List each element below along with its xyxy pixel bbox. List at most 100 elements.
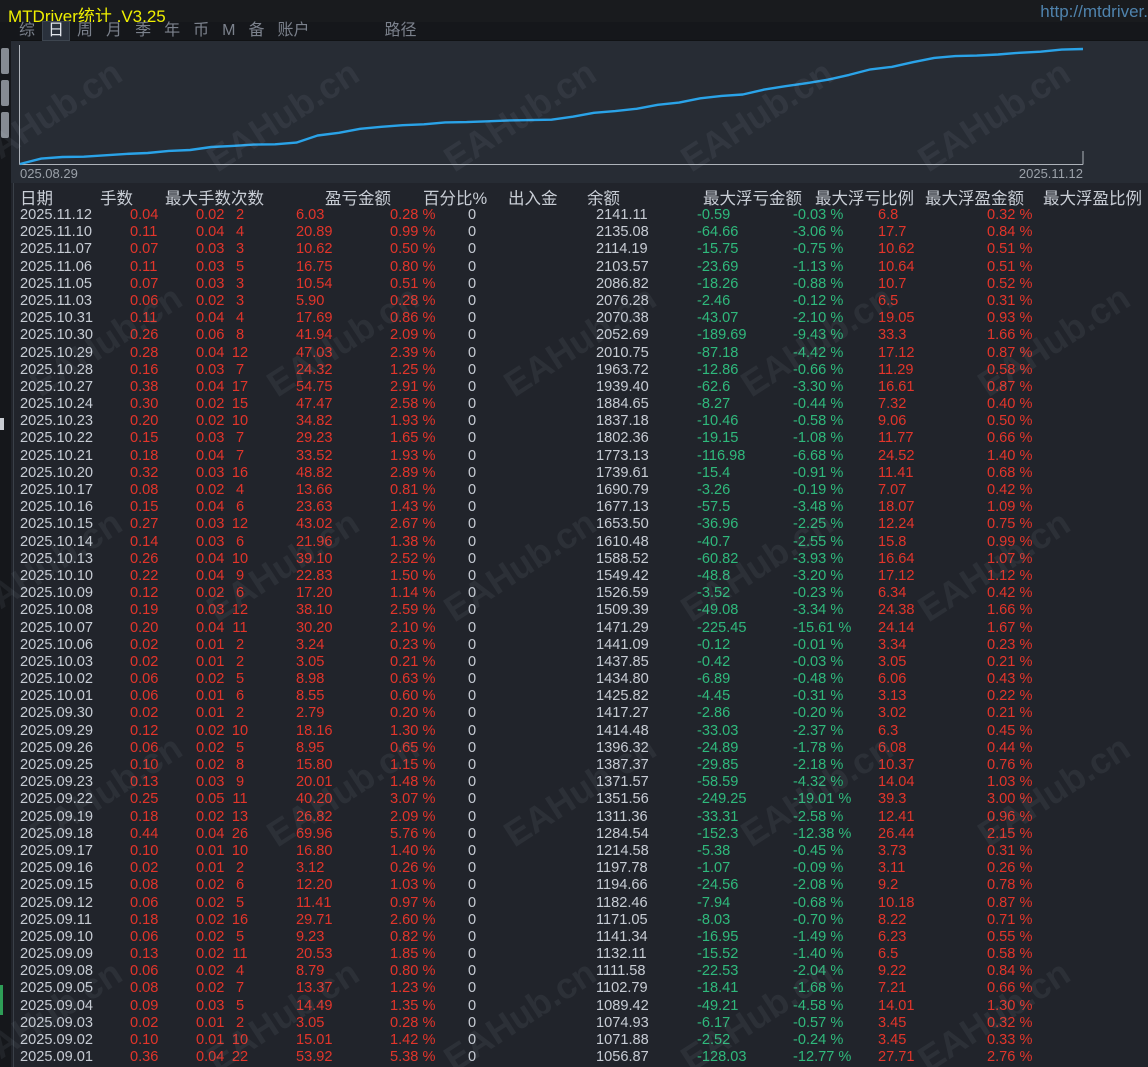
cell-deposit-withdrawal: 0 bbox=[468, 550, 477, 567]
table-row[interactable]: 2025.10.17 0.08 0.02 4 13.66 0.81 % 0 1690.79 -3… bbox=[0, 482, 1148, 499]
menu-tab-5[interactable]: 年 bbox=[159, 22, 185, 40]
cell-date: 2025.09.01 bbox=[20, 1049, 94, 1066]
cell-balance: 1963.72 bbox=[596, 361, 649, 378]
table-row[interactable]: 2025.09.08 0.06 0.02 4 8.79 0.80 % 0 1111.58 -22… bbox=[0, 963, 1148, 980]
table-row[interactable]: 2025.10.13 0.26 0.04 10 39.10 2.52 % 0 1588.52 -… bbox=[0, 551, 1148, 568]
table-row[interactable]: 2025.09.02 0.10 0.01 10 15.01 1.42 % 0 1071.88 -… bbox=[0, 1032, 1148, 1049]
table-row[interactable]: 2025.11.03 0.06 0.02 3 5.90 0.28 % 0 2076.28 -2.… bbox=[0, 293, 1148, 310]
cell-lots: 0.08 bbox=[130, 980, 159, 997]
menu-tab-1[interactable]: 日 bbox=[42, 21, 71, 41]
cell-pl-percent: 1.38 % bbox=[390, 533, 436, 550]
table-row[interactable]: 2025.10.23 0.20 0.02 10 34.82 1.93 % 0 1837.18 -… bbox=[0, 413, 1148, 430]
cell-max-float-loss: -43.07 bbox=[697, 310, 739, 327]
table-row[interactable]: 2025.10.10 0.22 0.04 9 22.83 1.50 % 0 1549.42 -4… bbox=[0, 568, 1148, 585]
table-row[interactable]: 2025.09.23 0.13 0.03 9 20.01 1.48 % 0 1371.57 -5… bbox=[0, 774, 1148, 791]
vendor-url[interactable]: http://mtdriver. bbox=[1040, 2, 1148, 22]
cell-max-float-profit: 24.52 bbox=[878, 447, 915, 464]
table-row[interactable]: 2025.09.29 0.12 0.02 10 18.16 1.30 % 0 1414.48 -… bbox=[0, 723, 1148, 740]
cell-pl-percent: 2.52 % bbox=[390, 550, 436, 567]
table-row[interactable]: 2025.11.10 0.11 0.04 4 20.89 0.99 % 0 2135.08 -6… bbox=[0, 224, 1148, 241]
cell-max-float-loss: -49.21 bbox=[697, 997, 739, 1014]
cell-balance: 1414.48 bbox=[596, 722, 649, 739]
table-row[interactable]: 2025.09.12 0.06 0.02 5 11.41 0.97 % 0 1182.46 -7… bbox=[0, 895, 1148, 912]
cell-date: 2025.09.17 bbox=[20, 842, 94, 859]
table-row[interactable]: 2025.10.06 0.02 0.01 2 3.24 0.23 % 0 1441.09 -0.… bbox=[0, 637, 1148, 654]
table-row[interactable]: 2025.11.12 0.04 0.02 2 6.03 0.28 % 0 2141.11 -0.… bbox=[0, 207, 1148, 224]
menu-tab-8[interactable]: 备 bbox=[243, 22, 269, 40]
table-row[interactable]: 2025.09.22 0.25 0.05 11 40.20 3.07 % 0 1351.56 -… bbox=[0, 791, 1148, 808]
cell-pl-percent: 1.42 % bbox=[390, 1032, 436, 1048]
table-row[interactable]: 2025.09.09 0.13 0.02 11 20.53 1.85 % 0 1132.11 -… bbox=[0, 946, 1148, 963]
table-row[interactable]: 2025.11.07 0.07 0.03 3 10.62 0.50 % 0 2114.19 -1… bbox=[0, 241, 1148, 258]
cell-pl-percent: 2.89 % bbox=[390, 464, 436, 481]
table-row[interactable]: 2025.09.18 0.44 0.04 26 69.96 5.76 % 0 1284.54 -… bbox=[0, 826, 1148, 843]
table-row[interactable]: 2025.10.24 0.30 0.02 15 47.47 2.58 % 0 1884.65 -… bbox=[0, 396, 1148, 413]
table-row[interactable]: 2025.09.05 0.08 0.02 7 13.37 1.23 % 0 1102.79 -1… bbox=[0, 980, 1148, 997]
table-row[interactable]: 2025.09.04 0.09 0.03 5 14.49 1.35 % 0 1089.42 -4… bbox=[0, 998, 1148, 1015]
cell-max-float-profit: 6.06 bbox=[878, 671, 907, 688]
column-header-6: 余额 bbox=[587, 190, 620, 208]
table-row[interactable]: 2025.10.30 0.26 0.06 8 41.94 2.09 % 0 2052.69 -1… bbox=[0, 327, 1148, 344]
table-row[interactable]: 2025.09.16 0.02 0.01 2 3.12 0.26 % 0 1197.78 -1.… bbox=[0, 860, 1148, 877]
menu-tab-9[interactable]: 账户 bbox=[272, 22, 314, 40]
table-row[interactable]: 2025.10.27 0.38 0.04 17 54.75 2.91 % 0 1939.40 -… bbox=[0, 379, 1148, 396]
table-row[interactable]: 2025.09.30 0.02 0.01 2 2.79 0.20 % 0 1417.27 -2.… bbox=[0, 705, 1148, 722]
table-row[interactable]: 2025.11.05 0.07 0.03 3 10.54 0.51 % 0 2086.82 -1… bbox=[0, 276, 1148, 293]
table-row[interactable]: 2025.09.26 0.06 0.02 5 8.95 0.65 % 0 1396.32 -24… bbox=[0, 740, 1148, 757]
cell-max-float-loss-pct: -0.31 % bbox=[793, 688, 844, 705]
table-row[interactable]: 2025.10.20 0.32 0.03 16 48.82 2.89 % 0 1739.61 -… bbox=[0, 465, 1148, 482]
menu-tab-3[interactable]: 月 bbox=[101, 22, 127, 40]
table-row[interactable]: 2025.11.06 0.11 0.03 5 16.75 0.80 % 0 2103.57 -2… bbox=[0, 259, 1148, 276]
table-row[interactable]: 2025.10.16 0.15 0.04 6 23.63 1.43 % 0 1677.13 -5… bbox=[0, 499, 1148, 516]
table-row[interactable]: 2025.10.31 0.11 0.04 4 17.69 0.86 % 0 2070.38 -4… bbox=[0, 310, 1148, 327]
cell-deposit-withdrawal: 0 bbox=[468, 928, 477, 945]
table-row[interactable]: 2025.10.28 0.16 0.03 7 24.32 1.25 % 0 1963.72 -1… bbox=[0, 362, 1148, 379]
cell-lots: 0.20 bbox=[130, 619, 159, 636]
edge-handle[interactable] bbox=[1, 80, 9, 106]
table-row[interactable]: 2025.10.01 0.06 0.01 6 8.55 0.60 % 0 1425.82 -4.… bbox=[0, 688, 1148, 705]
table-row[interactable]: 2025.10.15 0.27 0.03 12 43.02 2.67 % 0 1653.50 -… bbox=[0, 516, 1148, 533]
table-row[interactable]: 2025.10.03 0.02 0.01 2 3.05 0.21 % 0 1437.85 -0.… bbox=[0, 654, 1148, 671]
cell-balance: 1056.87 bbox=[596, 1049, 649, 1066]
cell-max-float-loss: -22.53 bbox=[697, 963, 739, 980]
table-row[interactable]: 2025.10.22 0.15 0.03 7 29.23 1.65 % 0 1802.36 -1… bbox=[0, 430, 1148, 447]
table-row[interactable]: 2025.10.29 0.28 0.04 12 47.03 2.39 % 0 2010.75 -… bbox=[0, 345, 1148, 362]
table-row[interactable]: 2025.09.19 0.18 0.02 13 26.82 2.09 % 0 1311.36 -… bbox=[0, 809, 1148, 826]
table-row[interactable]: 2025.09.15 0.08 0.02 6 12.20 1.03 % 0 1194.66 -2… bbox=[0, 877, 1148, 894]
cell-balance: 1311.36 bbox=[596, 808, 648, 825]
cell-max-float-profit: 3.73 bbox=[878, 842, 907, 859]
cell-pl-percent: 0.28 % bbox=[390, 1014, 436, 1031]
cell-max-lots: 0.02 bbox=[196, 671, 225, 688]
menu-tab-4[interactable]: 季 bbox=[130, 22, 156, 40]
table-row[interactable]: 2025.09.10 0.06 0.02 5 9.23 0.82 % 0 1141.34 -16… bbox=[0, 929, 1148, 946]
cell-max-float-profit-pct: 0.51 % bbox=[987, 241, 1033, 258]
table-row[interactable]: 2025.10.21 0.18 0.04 7 33.52 1.93 % 0 1773.13 -1… bbox=[0, 448, 1148, 465]
mtdriver-stats-window: MTDriver统计 ,V3.25 http://mtdriver. 综日周月季… bbox=[0, 0, 1148, 1067]
cell-lots: 0.18 bbox=[130, 808, 159, 825]
menu-tab-6[interactable]: 币 bbox=[188, 22, 214, 40]
menu-tab-2[interactable]: 周 bbox=[72, 22, 98, 40]
table-row[interactable]: 2025.10.02 0.06 0.02 5 8.98 0.63 % 0 1434.80 -6.… bbox=[0, 671, 1148, 688]
menu-tab-0[interactable]: 综 bbox=[14, 22, 40, 40]
cell-max-float-loss: -2.86 bbox=[697, 705, 731, 722]
cell-date: 2025.10.29 bbox=[20, 344, 94, 361]
edge-handle[interactable] bbox=[1, 112, 9, 138]
cell-pl-amount: 29.23 bbox=[296, 430, 333, 447]
cell-pl-amount: 22.83 bbox=[296, 567, 333, 584]
cell-trade-count: 7 bbox=[235, 361, 245, 378]
table-row[interactable]: 2025.10.07 0.20 0.04 11 30.20 2.10 % 0 1471.29 -… bbox=[0, 620, 1148, 637]
table-row[interactable]: 2025.09.11 0.18 0.02 16 29.71 2.60 % 0 1171.05 -… bbox=[0, 912, 1148, 929]
table-row[interactable]: 2025.10.09 0.12 0.02 6 17.20 1.14 % 0 1526.59 -3… bbox=[0, 585, 1148, 602]
table-row[interactable]: 2025.09.25 0.10 0.02 8 15.80 1.15 % 0 1387.37 -2… bbox=[0, 757, 1148, 774]
cell-balance: 1549.42 bbox=[596, 567, 649, 584]
left-edge-scrollbar[interactable] bbox=[0, 40, 11, 1067]
table-row[interactable]: 2025.09.17 0.10 0.01 10 16.80 1.40 % 0 1214.58 -… bbox=[0, 843, 1148, 860]
edge-handle[interactable] bbox=[1, 48, 9, 74]
cell-pl-amount: 41.94 bbox=[296, 327, 333, 344]
menu-tab-10[interactable]: 路径 bbox=[379, 22, 421, 40]
menu-tab-7[interactable]: M bbox=[217, 22, 240, 40]
table-row[interactable]: 2025.09.01 0.36 0.04 22 53.92 5.38 % 0 1056.87 -… bbox=[0, 1049, 1148, 1066]
table-row[interactable]: 2025.10.08 0.19 0.03 12 38.10 2.59 % 0 1509.39 -… bbox=[0, 602, 1148, 619]
table-row[interactable]: 2025.09.03 0.02 0.01 2 3.05 0.28 % 0 1074.93 -6.… bbox=[0, 1015, 1148, 1032]
table-row[interactable]: 2025.10.14 0.14 0.03 6 21.96 1.38 % 0 1610.48 -4… bbox=[0, 534, 1148, 551]
